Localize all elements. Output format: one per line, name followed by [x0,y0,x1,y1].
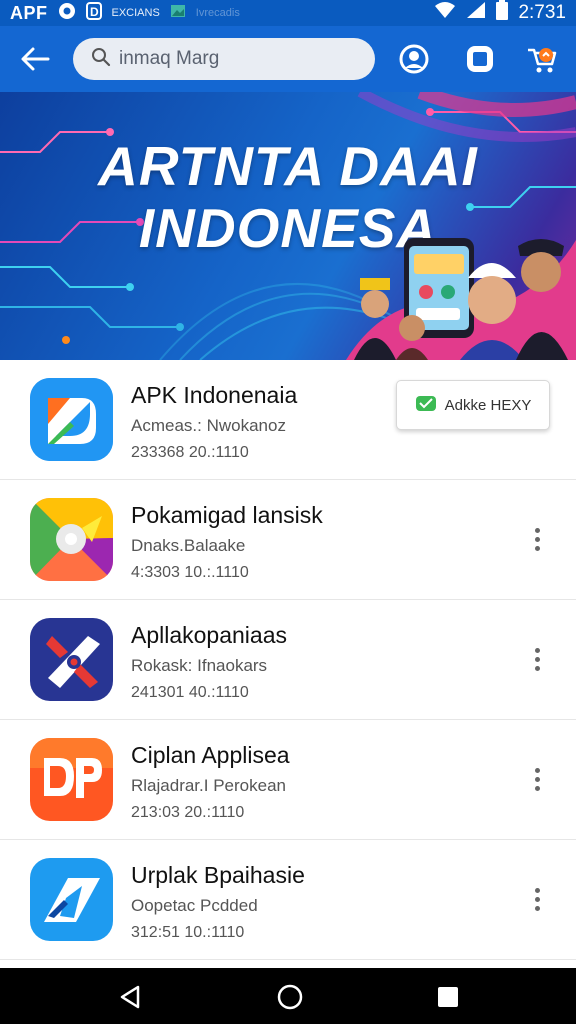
app-subtitle: Dnaks.Balaake [131,536,246,555]
wifi-icon [434,1,456,25]
home-nav-icon[interactable] [275,982,305,1012]
app-subtitle: Acmeas.: Nwokanoz [131,416,286,435]
app-name: APK Indonenaia [131,382,298,408]
window-icon[interactable] [463,42,497,76]
status-app-label: APF [10,2,48,23]
list-item[interactable]: Urplak Bpaihasie Oopetac Pcdded 312:51 1… [0,840,576,960]
app-meta: 312:51 10.:1110 [131,924,245,941]
app-subtitle: Rokask: Ifnaokars [131,656,268,675]
app-name: Apllakopaniaas [131,622,288,648]
app-subtitle: Rlajadrar.I Perokean [131,776,286,795]
list-item[interactable]: Apllakopaniaas Rokask: Ifnaokars 241301 … [0,600,576,720]
urplak-icon[interactable] [30,858,113,941]
battery-icon [496,0,509,26]
search-input[interactable]: inmaq Marg [73,38,375,80]
add-button-label: Adkke HEXY [444,396,532,414]
system-nav-bar [0,968,576,1024]
status-muted-text: Ivrecadis [195,7,240,19]
status-bar-right: 2:731 [434,0,566,26]
status-small-text: EXCIANS [111,7,160,19]
banner-people-illustration [346,238,576,360]
android-icon [415,393,437,417]
promo-banner[interactable]: ARTNTA DAAI INDONESA [0,92,576,360]
app-list: APK Indonenaia Acmeas.: Nwokanoz 233368 … [0,360,576,960]
back-nav-icon[interactable] [116,982,146,1012]
banner-title-line1: ARTNTA DAAI [98,135,478,197]
more-options-icon[interactable] [532,648,542,674]
list-item[interactable]: Ciplan Applisea Rlajadrar.I Perokean 213… [0,720,576,840]
app-name: Pokamigad lansisk [131,502,323,528]
list-item[interactable]: Pokamigad lansisk Dnaks.Balaake 4:3303 1… [0,480,576,600]
app-subtitle: Oopetac Pcdded [131,896,258,915]
app-meta: 4:3303 10.:.1110 [131,564,249,581]
partial-list-item [0,960,576,973]
notification-icon [58,2,76,25]
more-options-icon[interactable] [532,888,542,914]
app-bar: inmaq Marg [0,26,576,92]
apk-indonesia-icon[interactable] [30,378,113,461]
status-bar-left: APF D EXCIANS Ivrecadis [10,1,240,25]
d-badge-icon: D [85,1,102,25]
signal-icon [466,1,486,25]
svg-text:D: D [90,5,99,19]
cart-icon[interactable] [524,42,558,76]
app-name: Urplak Bpaihasie [131,862,305,888]
search-icon [91,47,111,72]
app-meta: 213:03 20.:1110 [131,804,245,821]
recents-nav-icon[interactable] [433,982,463,1012]
app-meta: 233368 20.:1110 [131,444,249,461]
app-meta: 241301 40.:1110 [131,684,249,701]
pokamigad-icon[interactable] [30,498,113,581]
more-options-icon[interactable] [532,768,542,794]
list-item[interactable]: APK Indonenaia Acmeas.: Nwokanoz 233368 … [0,360,576,480]
search-placeholder: inmaq Marg [119,48,220,69]
status-time: 2:731 [518,2,566,23]
add-button[interactable]: Adkke HEXY [396,380,550,430]
apllakopaniaas-icon[interactable] [30,618,113,701]
more-options-icon[interactable] [532,528,542,554]
app-name: Ciplan Applisea [131,742,290,768]
image-icon [170,3,186,24]
status-bar: APF D EXCIANS Ivrecadis 2:731 [0,0,576,26]
back-arrow-icon[interactable] [18,44,52,74]
account-icon[interactable] [397,42,431,76]
ciplan-icon[interactable] [30,738,113,821]
